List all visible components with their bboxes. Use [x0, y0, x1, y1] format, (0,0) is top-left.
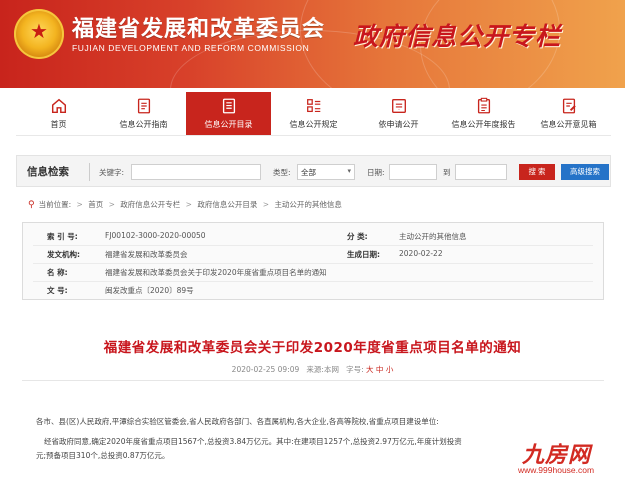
source-label: 来源:: [306, 365, 324, 374]
date-label: 日期:: [367, 168, 385, 177]
publisher-label: 发文机构:: [47, 250, 80, 259]
article-paragraph: 各市、县(区)人民政府,平潭综合实验区管委会,省人民政府各部门、各直属机构,各大…: [36, 417, 439, 426]
docno-label: 文 号:: [47, 286, 68, 295]
category-label: 分 类:: [347, 232, 368, 241]
index-label: 索 引 号:: [47, 232, 78, 241]
type-label: 类型:: [273, 168, 291, 177]
category-value: 主动公开的其他信息: [399, 232, 467, 241]
date-label: 生成日期:: [347, 250, 380, 259]
search-title: 信息检索: [27, 166, 69, 178]
location-pin-icon: ⚲: [28, 200, 35, 210]
catalog-icon: [222, 98, 235, 114]
date-to-input[interactable]: [455, 164, 507, 180]
search-bar: 信息检索 关键字: 类型: 全部 日期: 到 搜 索 高级搜索: [16, 155, 611, 187]
breadcrumb-item[interactable]: 政府信息公开目录: [197, 200, 257, 209]
font-size-label: 字号:: [346, 365, 364, 374]
publisher-value: 福建省发展和改革委员会: [105, 250, 188, 259]
breadcrumb: ⚲ 当前位置: > 首页 > 政府信息公开专栏 > 政府信息公开目录 > 主动公开…: [28, 200, 342, 210]
advanced-search-button[interactable]: 高级搜索: [561, 164, 609, 180]
watermark: 九房网 www.999house.com: [518, 437, 618, 479]
info-row: 索 引 号: FJ00102-3000-2020-00050 分 类: 主动公开…: [23, 231, 603, 244]
font-size-large-button[interactable]: 大: [366, 365, 374, 374]
search-button[interactable]: 搜 索: [519, 164, 555, 180]
report-icon: [477, 97, 490, 114]
article-date: 2020-02-25 09:09: [231, 365, 300, 374]
breadcrumb-item[interactable]: 主动公开的其他信息: [274, 200, 342, 209]
font-size-small-button[interactable]: 小: [386, 365, 394, 374]
info-row: 发文机构: 福建省发展和改革委员会 生成日期: 2020-02-22: [23, 249, 603, 262]
nav-item-label: 信息公开规定: [289, 120, 338, 129]
document-info-table: 索 引 号: FJ00102-3000-2020-00050 分 类: 主动公开…: [22, 222, 604, 300]
search-divider: [89, 163, 90, 181]
nav-item-label: 信息公开指南: [119, 120, 168, 129]
info-row: 文 号: 闽发改重点〔2020〕89号: [23, 285, 603, 298]
org-name-en: FUJIAN DEVELOPMENT AND REFORM COMMISSION: [72, 43, 310, 53]
national-emblem-icon: ★: [14, 9, 64, 59]
article-divider: [22, 380, 604, 381]
index-value: FJ00102-3000-2020-00050: [105, 231, 206, 240]
source-value: 本网: [323, 365, 339, 374]
name-label: 名 称:: [47, 268, 68, 277]
breadcrumb-prefix: 当前位置:: [38, 200, 72, 209]
nav-item-report[interactable]: 信息公开年度报告: [441, 92, 526, 135]
home-icon: [51, 98, 66, 114]
date-to-label: 到: [443, 168, 451, 177]
date-from-input[interactable]: [389, 164, 437, 180]
watermark-url: www.999house.com: [518, 465, 595, 475]
type-select-value: 全部: [301, 168, 316, 177]
font-size-medium-button[interactable]: 中: [376, 365, 384, 374]
regulation-icon: [306, 99, 320, 113]
info-row: 名 称: 福建省发展和改革委员会关于印发2020年度省重点项目名单的通知: [23, 267, 603, 280]
nav-item-catalog[interactable]: 信息公开目录: [186, 92, 271, 135]
nav-item-label: 信息公开目录: [204, 120, 253, 129]
article-meta: 2020-02-25 09:09 来源:本网 字号: 大 中 小: [0, 364, 625, 375]
breadcrumb-item[interactable]: 首页: [88, 200, 103, 209]
keyword-input[interactable]: [131, 164, 261, 180]
nav-item-label: 首页: [50, 120, 67, 129]
guide-icon: [137, 98, 150, 114]
docno-value: 闽发改重点〔2020〕89号: [105, 286, 194, 295]
column-title: 政府信息公开专栏: [353, 22, 562, 51]
nav-item-label: 信息公开意见箱: [540, 120, 597, 129]
org-name-cn: 福建省发展和改革委员会: [72, 17, 326, 42]
nav-item-home[interactable]: 首页: [16, 92, 101, 135]
type-select[interactable]: 全部: [297, 164, 355, 180]
breadcrumb-item[interactable]: 政府信息公开专栏: [120, 200, 180, 209]
nav-item-application[interactable]: 依申请公开: [356, 92, 441, 135]
nav-item-label: 依申请公开: [378, 120, 419, 129]
header-banner: ★ 福建省发展和改革委员会 FUJIAN DEVELOPMENT AND REF…: [0, 0, 625, 88]
keyword-label: 关键字:: [99, 168, 125, 177]
date-value: 2020-02-22: [399, 249, 443, 258]
application-icon: [391, 99, 406, 113]
nav-item-regulation[interactable]: 信息公开规定: [271, 92, 356, 135]
article-paragraph: 元;预备项目310个,总投资0.87万亿元。: [36, 451, 170, 460]
name-value: 福建省发展和改革委员会关于印发2020年度省重点项目名单的通知: [105, 268, 327, 277]
article-paragraph: 经省政府同意,确定2020年度省重点项目1567个,总投资3.84万亿元。其中:…: [44, 437, 462, 446]
article-title: 福建省发展和改革委员会关于印发2020年度省重点项目名单的通知: [103, 340, 522, 356]
nav-item-label: 信息公开年度报告: [451, 120, 516, 129]
main-nav: 首页 信息公开指南 信息公开目录 信息公开规定 依申请公开 信息公开年度报告 信…: [16, 92, 611, 136]
nav-item-guide[interactable]: 信息公开指南: [101, 92, 186, 135]
mailbox-icon: [562, 98, 576, 114]
nav-item-mailbox[interactable]: 信息公开意见箱: [526, 92, 611, 135]
